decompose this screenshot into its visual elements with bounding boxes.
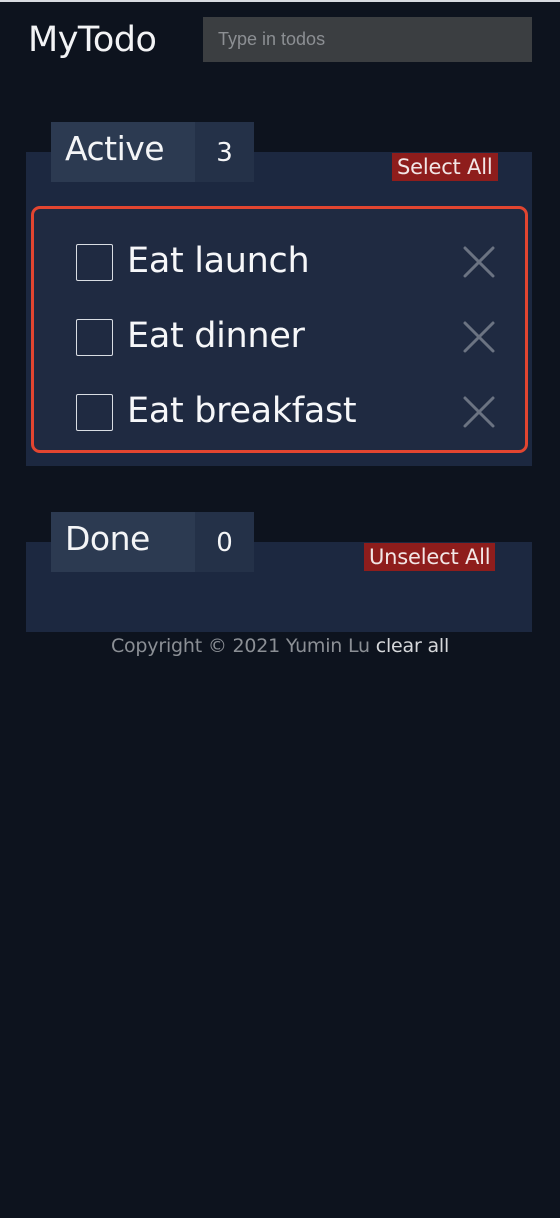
active-tab-label: Active xyxy=(51,122,195,182)
close-x-icon[interactable] xyxy=(461,319,497,355)
close-x-icon[interactable] xyxy=(461,394,497,430)
copyright-text: Copyright © 2021 Yumin Lu xyxy=(110,635,370,657)
todo-item: Eat launch xyxy=(34,230,525,290)
select-all-button[interactable]: Select All xyxy=(392,153,498,181)
active-count-badge: 3 xyxy=(195,122,254,182)
done-count-badge: 0 xyxy=(195,512,254,572)
unselect-all-button[interactable]: Unselect All xyxy=(364,543,496,571)
clear-all-link[interactable]: clear all xyxy=(376,635,450,657)
todo-input[interactable] xyxy=(203,17,532,62)
active-tab: Active 3 xyxy=(51,122,254,182)
footer: Copyright © 2021 Yumin Lu clear all xyxy=(0,633,560,659)
checkbox-unchecked-icon[interactable] xyxy=(76,394,113,431)
app-title: MyTodo xyxy=(28,20,157,60)
active-todo-list: Eat launch Eat dinner Eat breakfast xyxy=(31,206,528,453)
close-x-icon[interactable] xyxy=(461,244,497,280)
todo-item-text: Eat launch xyxy=(127,241,310,281)
done-tab: Done 0 xyxy=(51,512,254,572)
checkbox-unchecked-icon[interactable] xyxy=(76,244,113,281)
done-tab-label: Done xyxy=(51,512,195,572)
todo-item-text: Eat breakfast xyxy=(127,391,357,431)
todo-item-text: Eat dinner xyxy=(127,316,305,356)
checkbox-unchecked-icon[interactable] xyxy=(76,319,113,356)
todo-item: Eat dinner xyxy=(34,305,525,365)
top-border xyxy=(0,0,560,2)
todo-item: Eat breakfast xyxy=(34,380,525,440)
